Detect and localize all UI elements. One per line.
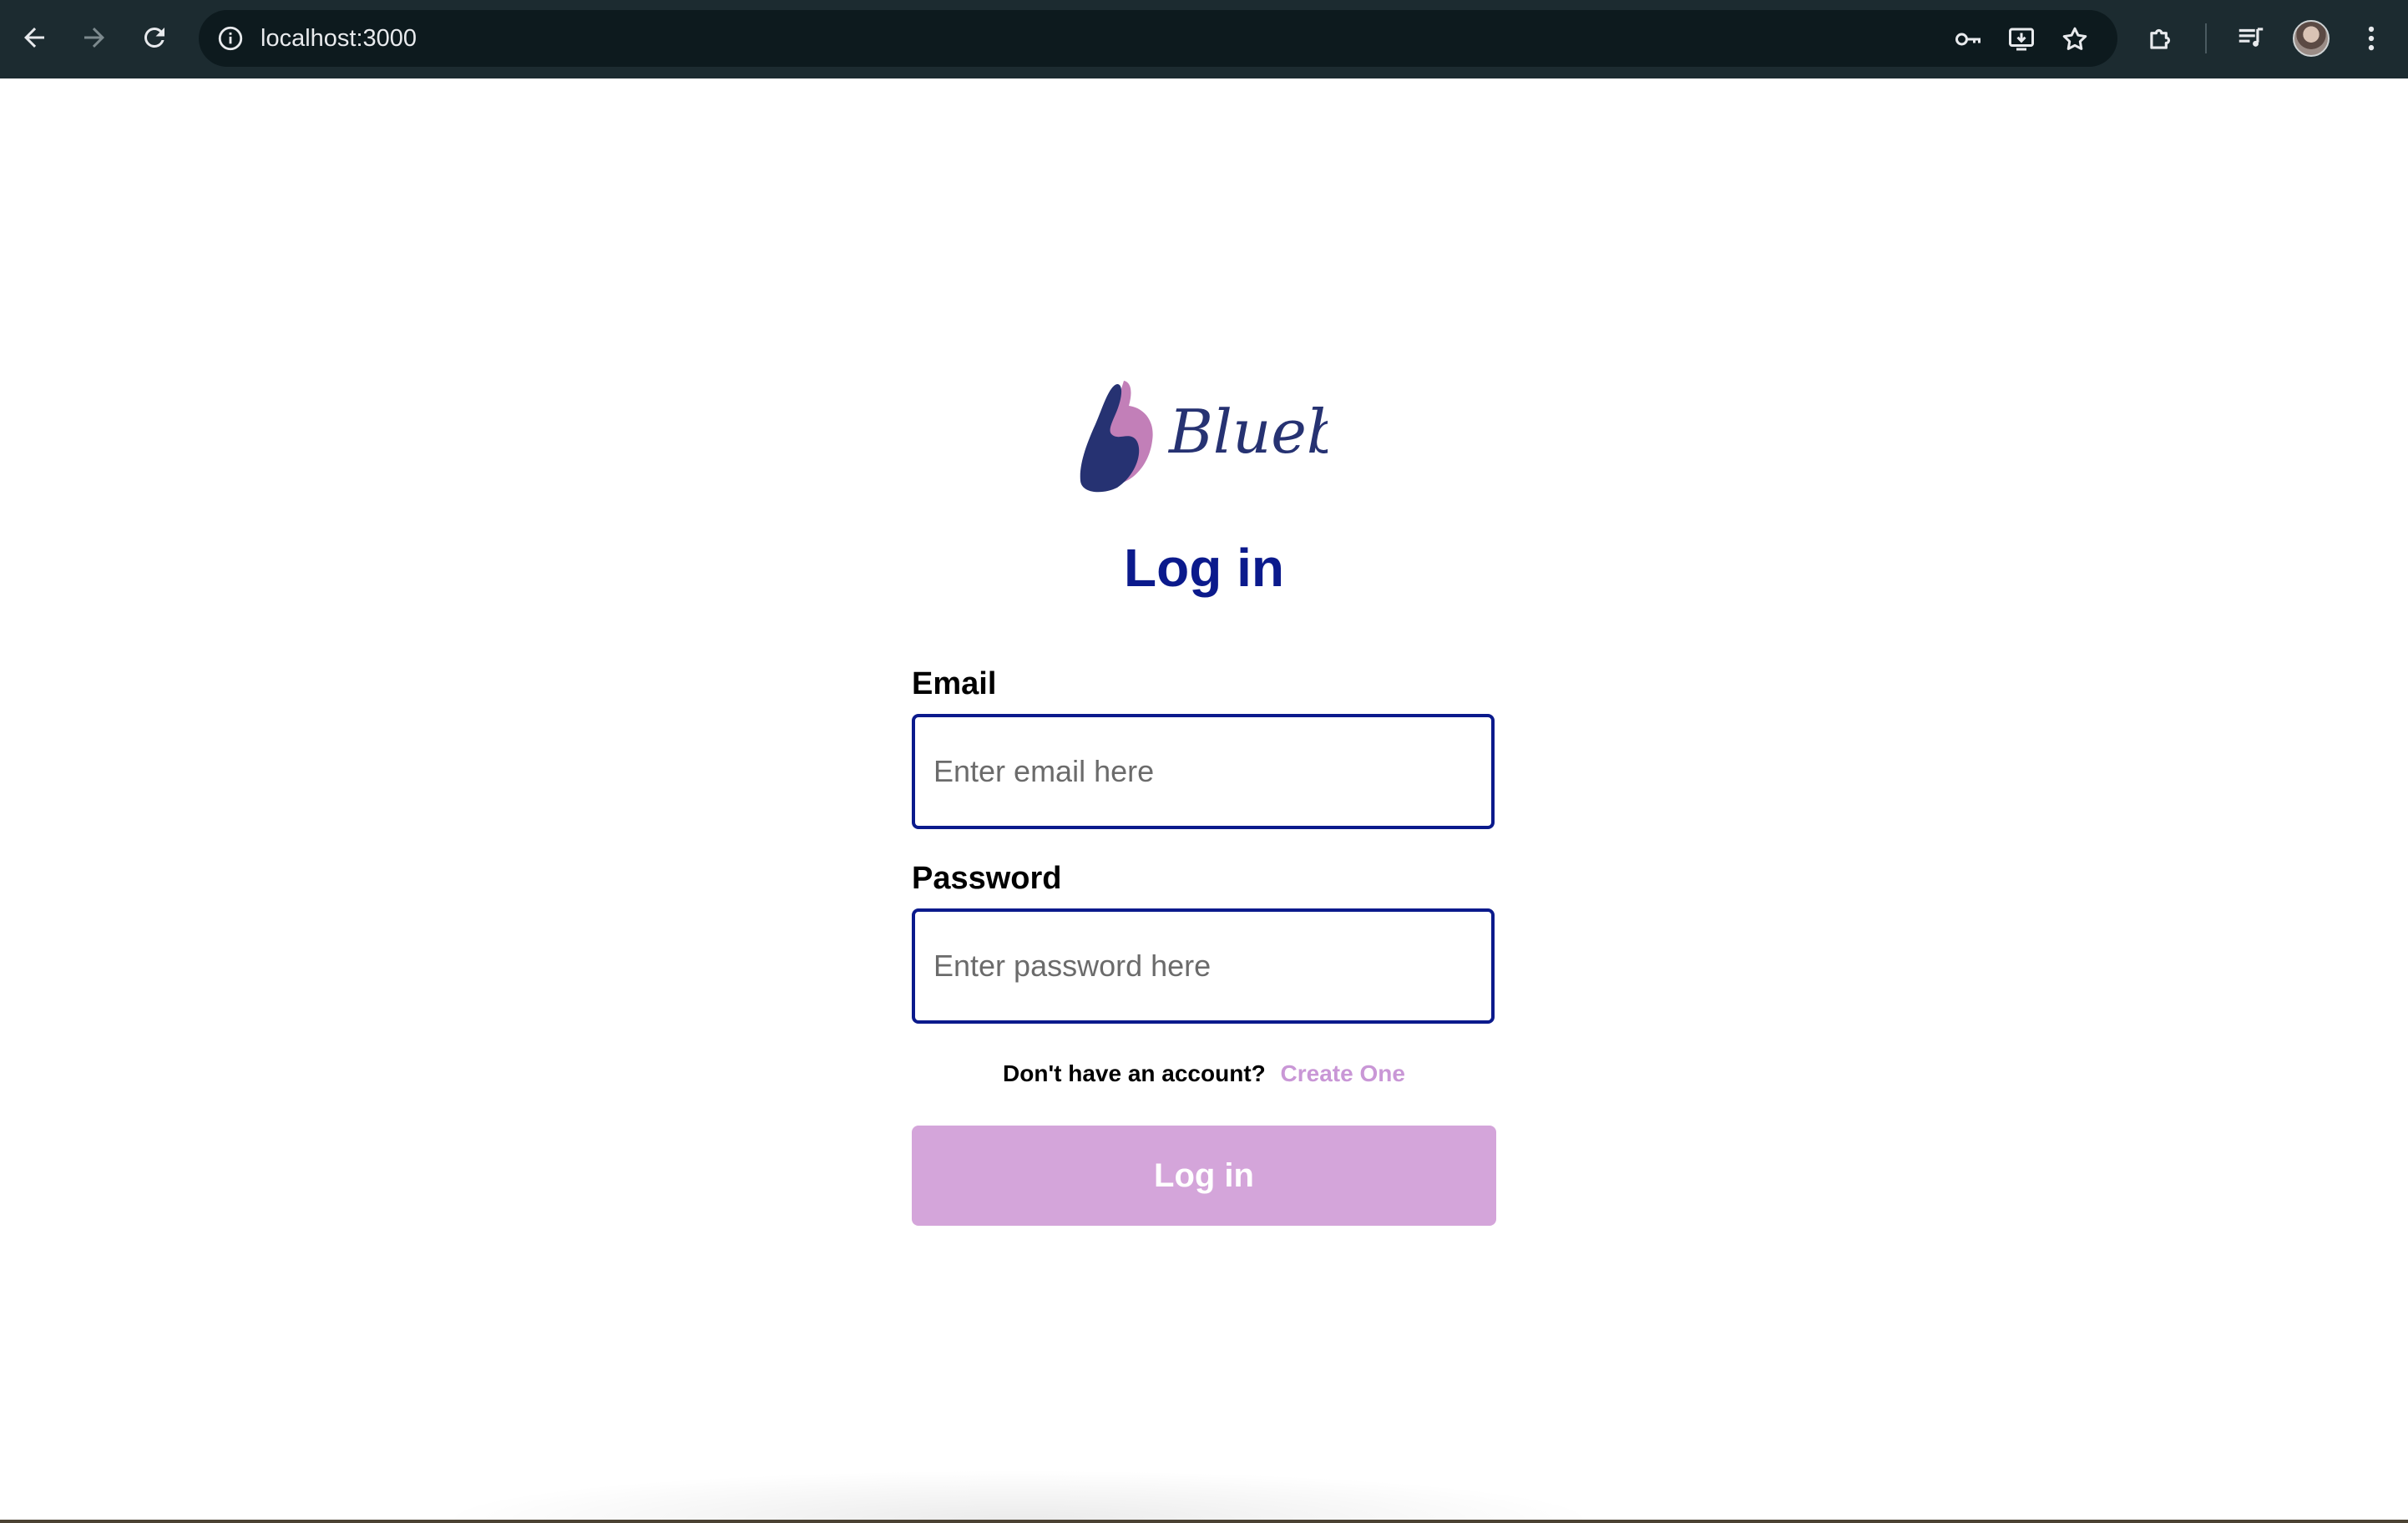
forward-button[interactable] <box>75 18 114 57</box>
media-playlist-icon <box>2239 28 2264 47</box>
install-app-icon <box>2009 28 2034 51</box>
kebab-menu-icon <box>2368 26 2375 51</box>
site-info-button[interactable] <box>212 20 249 57</box>
reload-button[interactable] <box>135 18 174 57</box>
page-title: Log in <box>1124 538 1284 598</box>
email-field[interactable] <box>912 714 1495 829</box>
login-button[interactable]: Log in <box>912 1126 1496 1226</box>
brand-logo: Blueble <box>1077 377 1400 496</box>
bookmark-button[interactable] <box>2059 23 2091 55</box>
signup-row: Don't have an account? Create One <box>0 1055 2408 1092</box>
password-label: Password <box>912 861 1062 896</box>
create-account-link[interactable]: Create One <box>1281 1060 1405 1086</box>
puzzle-icon <box>2150 28 2171 49</box>
logo-wordmark: Blueble <box>1167 397 1328 467</box>
key-icon <box>1955 33 1981 46</box>
profile-avatar[interactable] <box>2293 20 2330 57</box>
arrow-left-icon <box>24 28 44 48</box>
install-app-button[interactable] <box>2006 23 2037 55</box>
toolbar-divider <box>2205 23 2207 53</box>
reload-icon <box>144 27 164 48</box>
email-label: Email <box>912 666 997 701</box>
browser-menu-button[interactable] <box>2353 20 2390 57</box>
star-icon <box>2062 27 2087 50</box>
media-controls-button[interactable] <box>2233 20 2269 57</box>
blueble-logo-icon: Blueble <box>1080 381 1400 493</box>
address-bar[interactable]: localhost:3000 <box>199 10 2117 67</box>
info-icon <box>218 26 243 51</box>
desktop-edge <box>0 1520 2408 1523</box>
back-button[interactable] <box>15 18 53 57</box>
arrow-right-icon <box>84 28 104 48</box>
url-text[interactable]: localhost:3000 <box>261 10 417 67</box>
signup-prompt: Don't have an account? <box>1003 1060 1266 1086</box>
dock-shadow <box>434 1470 1603 1520</box>
password-manager-button[interactable] <box>1952 23 1984 55</box>
extensions-button[interactable] <box>2142 20 2179 57</box>
browser-toolbar: localhost:3000 <box>0 0 2408 78</box>
password-field[interactable] <box>912 908 1495 1024</box>
